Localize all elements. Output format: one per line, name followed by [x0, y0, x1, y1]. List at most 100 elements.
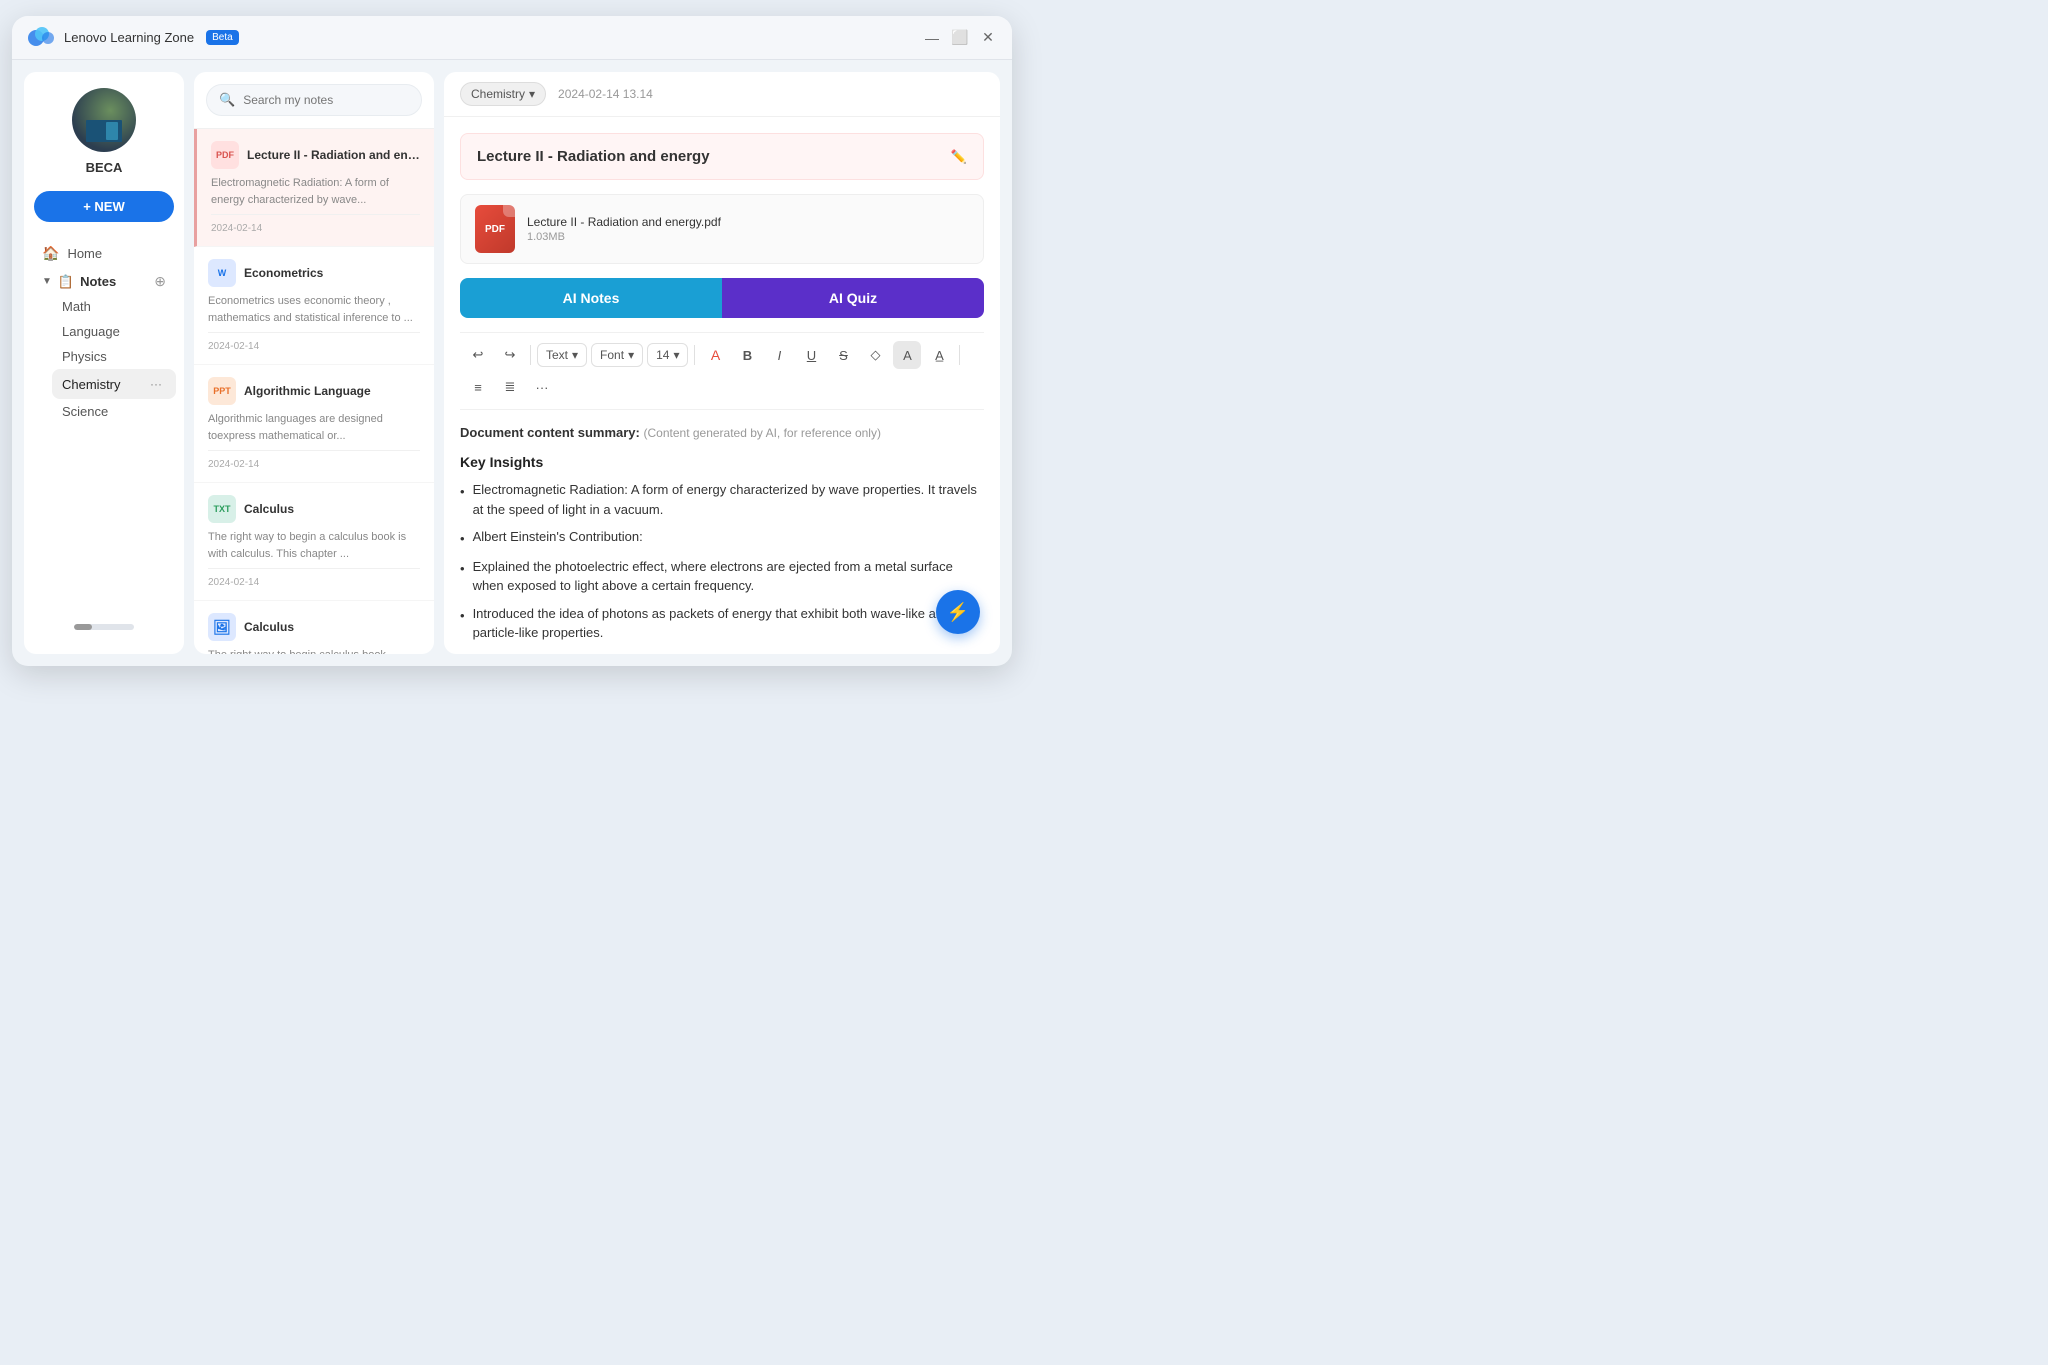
- size-dropdown-icon: ▾: [673, 348, 679, 362]
- note-title-1: Lecture II - Radiation and ene...: [247, 148, 420, 162]
- toolbar-sep-3: [959, 345, 960, 365]
- maximize-button[interactable]: ⬜: [952, 30, 968, 46]
- bold-button[interactable]: B: [733, 341, 761, 369]
- summary-note: (Content generated by AI, for reference …: [644, 426, 881, 440]
- font-color-button[interactable]: A: [701, 341, 729, 369]
- list-unordered-button[interactable]: ≡: [464, 373, 492, 401]
- pdf-icon: PDF: [475, 205, 515, 253]
- collapse-icon[interactable]: ▼: [42, 276, 52, 287]
- note-item-1[interactable]: PDF Lecture II - Radiation and ene... El…: [194, 129, 434, 247]
- app-name: Lenovo Learning Zone: [64, 30, 194, 45]
- note-preview-5: The right way to begin calculus book: [208, 647, 420, 654]
- ai-buttons: AI Notes AI Quiz: [460, 278, 984, 318]
- text-dropdown[interactable]: Text ▾: [537, 343, 587, 367]
- more-options-button[interactable]: ···: [528, 373, 556, 401]
- undo-button[interactable]: ↩: [464, 341, 492, 369]
- pdf-size: 1.03MB: [527, 231, 969, 243]
- main-layout: BECA + NEW 🏠 Home ▼ 📋 Notes ⊕: [12, 60, 1012, 666]
- note-preview-1: Electromagnetic Radiation: A form of ene…: [211, 175, 420, 208]
- clear-format-button[interactable]: ◇: [861, 341, 889, 369]
- username: BECA: [86, 160, 123, 175]
- note-item-2[interactable]: W Econometrics Econometrics uses economi…: [194, 247, 434, 365]
- fab-button[interactable]: ⚡: [936, 590, 980, 634]
- text-label: Text: [546, 348, 568, 362]
- sidebar-item-language[interactable]: Language: [52, 319, 176, 344]
- search-box[interactable]: 🔍: [206, 84, 422, 116]
- note-date-2: 2024-02-14: [208, 332, 420, 352]
- add-note-icon[interactable]: ⊕: [154, 273, 166, 290]
- highlight-button[interactable]: A: [893, 341, 921, 369]
- content-panel: Chemistry ▾ 2024-02-14 13.14 Lecture II …: [444, 72, 1000, 654]
- font-dropdown[interactable]: Font ▾: [591, 343, 643, 367]
- search-icon: 🔍: [219, 92, 235, 108]
- bullet-3: •: [460, 559, 465, 596]
- note-date-1: 2024-02-14: [211, 214, 420, 234]
- list-ordered-button[interactable]: ≣: [496, 373, 524, 401]
- minimize-button[interactable]: —: [924, 30, 940, 46]
- insight-item-2: • Albert Einstein's Contribution:: [460, 527, 984, 549]
- text-dropdown-icon: ▾: [572, 348, 578, 362]
- note-header-3: PPT Algorithmic Language: [208, 377, 420, 405]
- search-section: 🔍: [194, 72, 434, 129]
- ai-quiz-button[interactable]: AI Quiz: [722, 278, 984, 318]
- pdf-info: Lecture II - Radiation and energy.pdf 1.…: [527, 215, 969, 243]
- avatar-book-decoration: [86, 120, 122, 142]
- underline-button[interactable]: U: [797, 341, 825, 369]
- new-button[interactable]: + NEW: [34, 191, 174, 222]
- sidebar-item-physics[interactable]: Physics: [52, 344, 176, 369]
- ai-notes-button[interactable]: AI Notes: [460, 278, 722, 318]
- toolbar-sep-2: [694, 345, 695, 365]
- note-item-3[interactable]: PPT Algorithmic Language Algorithmic lan…: [194, 365, 434, 483]
- app-logo-icon: [28, 24, 56, 52]
- notes-section-header: ▼ 📋 Notes ⊕: [32, 269, 176, 294]
- sub-navigation: Math Language Physics Chemistry ··· Scie…: [32, 294, 176, 424]
- key-insights-list: • Electromagnetic Radiation: A form of e…: [460, 480, 984, 643]
- note-badge-1: PDF: [211, 141, 239, 169]
- note-badge-2: W: [208, 259, 236, 287]
- note-item-5[interactable]: 🖼 Calculus The right way to begin calcul…: [194, 601, 434, 654]
- note-badge-5: 🖼: [208, 613, 236, 641]
- notes-section-label[interactable]: ▼ 📋 Notes: [42, 274, 116, 290]
- note-header-1: PDF Lecture II - Radiation and ene...: [211, 141, 420, 169]
- search-input[interactable]: [243, 93, 409, 107]
- pdf-attachment[interactable]: PDF Lecture II - Radiation and energy.pd…: [460, 194, 984, 264]
- note-title-2: Econometrics: [244, 266, 323, 280]
- category-badge[interactable]: Chemistry ▾: [460, 82, 546, 106]
- close-button[interactable]: ✕: [980, 30, 996, 46]
- redo-button[interactable]: ↪: [496, 341, 524, 369]
- sidebar-footer: [24, 616, 184, 638]
- sidebar-navigation: 🏠 Home ▼ 📋 Notes ⊕ Math Lan: [24, 238, 184, 616]
- storage-progress: [74, 624, 134, 630]
- note-main-title: Lecture II - Radiation and energy: [477, 148, 710, 165]
- sidebar-item-home[interactable]: 🏠 Home: [32, 238, 176, 269]
- note-header-2: W Econometrics: [208, 259, 420, 287]
- toolbar: ↩ ↪ Text ▾ Font ▾ 14 ▾: [460, 332, 984, 410]
- pdf-name: Lecture II - Radiation and energy.pdf: [527, 215, 969, 229]
- edit-icon[interactable]: ✏️: [951, 149, 967, 165]
- title-bar: Lenovo Learning Zone Beta — ⬜ ✕: [12, 16, 1012, 60]
- fab-icon: ⚡: [947, 602, 969, 623]
- category-label: Chemistry: [471, 87, 525, 101]
- sidebar-item-chemistry[interactable]: Chemistry ···: [52, 369, 176, 399]
- strikethrough-button[interactable]: S: [829, 341, 857, 369]
- storage-progress-fill: [74, 624, 92, 630]
- size-dropdown[interactable]: 14 ▾: [647, 343, 688, 367]
- note-item-4[interactable]: TXT Calculus The right way to begin a ca…: [194, 483, 434, 601]
- title-bar-logo: Lenovo Learning Zone Beta: [28, 24, 924, 52]
- avatar-section: BECA: [24, 88, 184, 191]
- summary-section: Document content summary: (Content gener…: [460, 424, 984, 442]
- note-header-4: TXT Calculus: [208, 495, 420, 523]
- avatar: [72, 88, 136, 152]
- content-panel-wrapper: Chemistry ▾ 2024-02-14 13.14 Lecture II …: [444, 72, 1000, 654]
- sidebar-item-math[interactable]: Math: [52, 294, 176, 319]
- note-header-5: 🖼 Calculus: [208, 613, 420, 641]
- more-options-icon[interactable]: ···: [146, 374, 166, 394]
- toolbar-sep-1: [530, 345, 531, 365]
- italic-button[interactable]: I: [765, 341, 793, 369]
- category-dropdown-icon: ▾: [529, 87, 535, 101]
- timestamp: 2024-02-14 13.14: [558, 87, 653, 101]
- sidebar-item-science[interactable]: Science: [52, 399, 176, 424]
- font-label: Font: [600, 348, 624, 362]
- key-insights-section: Key Insights • Electromagnetic Radiation…: [460, 454, 984, 643]
- text-color-button[interactable]: A̲: [925, 341, 953, 369]
